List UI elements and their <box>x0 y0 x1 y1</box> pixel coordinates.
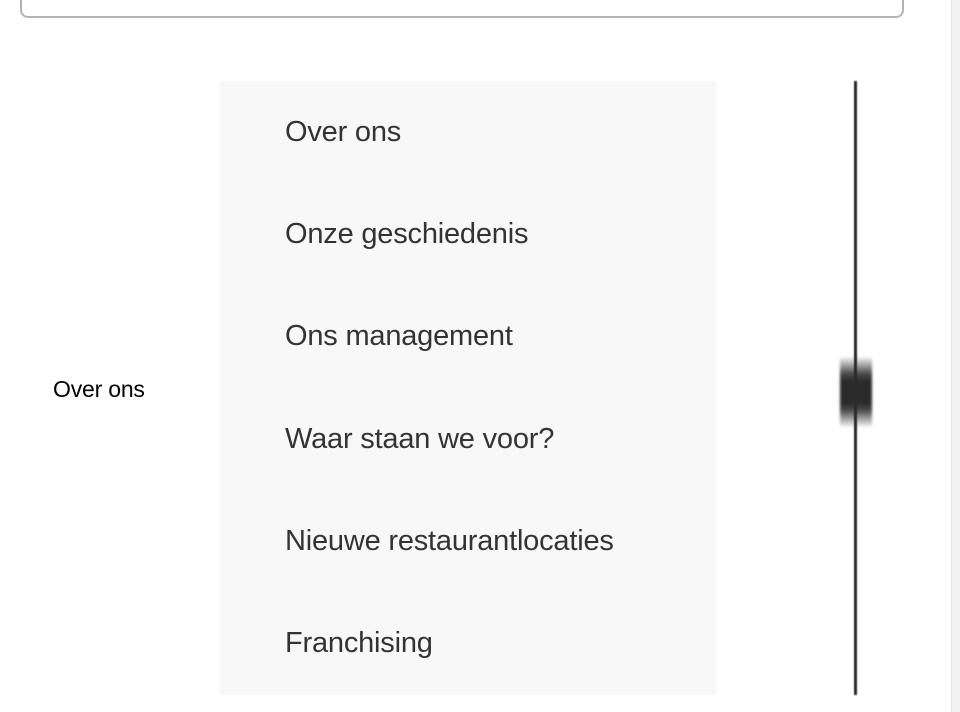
page-scrollbar[interactable] <box>951 0 960 712</box>
menu-item-label: Franchising <box>285 627 433 660</box>
menu-item-ons-management[interactable]: Ons management <box>220 286 716 388</box>
menu-item-label: Onze geschiedenis <box>285 217 529 250</box>
menu-item-label: Waar staan we voor? <box>285 422 555 455</box>
menu-item-waar-staan-we-voor[interactable]: Waar staan we voor? <box>220 388 716 490</box>
menu-item-onze-geschiedenis[interactable]: Onze geschiedenis <box>220 183 716 285</box>
menu-item-over-ons[interactable]: Over ons <box>220 81 716 183</box>
submenu-list: Over ons Onze geschiedenis Ons managemen… <box>220 81 716 695</box>
top-panel <box>20 0 904 18</box>
menu-item-label: Nieuwe restaurantlocaties <box>285 524 614 557</box>
menu-item-label: Ons management <box>285 320 513 353</box>
slider-thumb[interactable] <box>840 356 872 428</box>
vertical-slider[interactable] <box>826 81 886 695</box>
menu-item-nieuwe-restaurantlocaties[interactable]: Nieuwe restaurantlocaties <box>220 490 716 592</box>
page: Over ons Over ons Onze geschiedenis Ons … <box>0 0 960 712</box>
section-label: Over ons <box>53 376 145 402</box>
menu-item-label: Over ons <box>285 115 402 148</box>
menu-item-franchising[interactable]: Franchising <box>220 592 716 694</box>
